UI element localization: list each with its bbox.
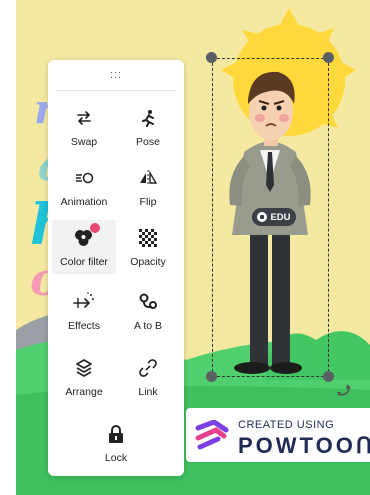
tool-label: Link [138, 386, 158, 398]
tool-label: Arrange [65, 386, 103, 398]
tool-pose[interactable]: Pose [116, 100, 180, 154]
drag-handle-icon[interactable]: ::: [48, 60, 184, 90]
arrange-icon [72, 356, 96, 380]
tool-label: Swap [70, 136, 98, 148]
tool-swap[interactable]: Swap [52, 100, 116, 154]
opacity-icon [136, 226, 160, 250]
resize-handle-bottom-right[interactable] [323, 371, 334, 382]
resize-handle-bottom-left[interactable] [206, 371, 217, 382]
tool-label: Effects [68, 320, 100, 332]
premium-crown-icon [90, 223, 100, 233]
tool-flip[interactable]: Flip [116, 160, 180, 214]
powtoon-watermark: CREATED USING POWTOOՈ [186, 408, 370, 462]
resize-handle-top-left[interactable] [206, 52, 217, 63]
tool-label: A to B [133, 320, 163, 332]
animation-icon [72, 166, 96, 190]
tool-label: Lock [104, 452, 128, 464]
tool-label: Color filter [60, 256, 108, 268]
watermark-brand: POWTOOՈ [238, 433, 370, 458]
watermark-caption: CREATED USING [238, 419, 335, 431]
flip-icon [136, 166, 160, 190]
pose-icon [136, 106, 160, 130]
swap-icon [72, 106, 96, 130]
tool-arrange[interactable]: Arrange [52, 350, 116, 404]
tool-label: Flip [139, 196, 157, 208]
edu-badge: EDU [252, 208, 296, 226]
powtoon-logo-icon [195, 420, 229, 450]
tool-label: Animation [60, 196, 108, 208]
edu-logo-icon [257, 212, 268, 222]
lock-icon [104, 422, 128, 446]
tool-lock[interactable]: Lock [84, 416, 148, 470]
tool-opacity[interactable]: Opacity [116, 220, 180, 274]
a-to-b-icon [136, 290, 160, 314]
tool-color-filter[interactable]: Color filter [52, 220, 116, 274]
effects-icon [72, 290, 96, 314]
tool-label: Opacity [130, 256, 166, 268]
link-icon [136, 356, 160, 380]
tool-a-to-b[interactable]: A to B [116, 284, 180, 338]
color-filter-icon [72, 223, 100, 250]
edu-badge-label: EDU [270, 211, 291, 223]
resize-handle-top-right[interactable] [323, 52, 334, 63]
tool-link[interactable]: Link [116, 350, 180, 404]
character-tools-panel: ::: Swap Pose Animation Flip Color filte… [48, 60, 184, 476]
rotate-handle-icon[interactable] [336, 382, 352, 398]
tool-label: Pose [136, 136, 160, 148]
panel-divider [56, 90, 176, 91]
tool-effects[interactable]: Effects [52, 284, 116, 338]
tool-animation[interactable]: Animation [52, 160, 116, 214]
